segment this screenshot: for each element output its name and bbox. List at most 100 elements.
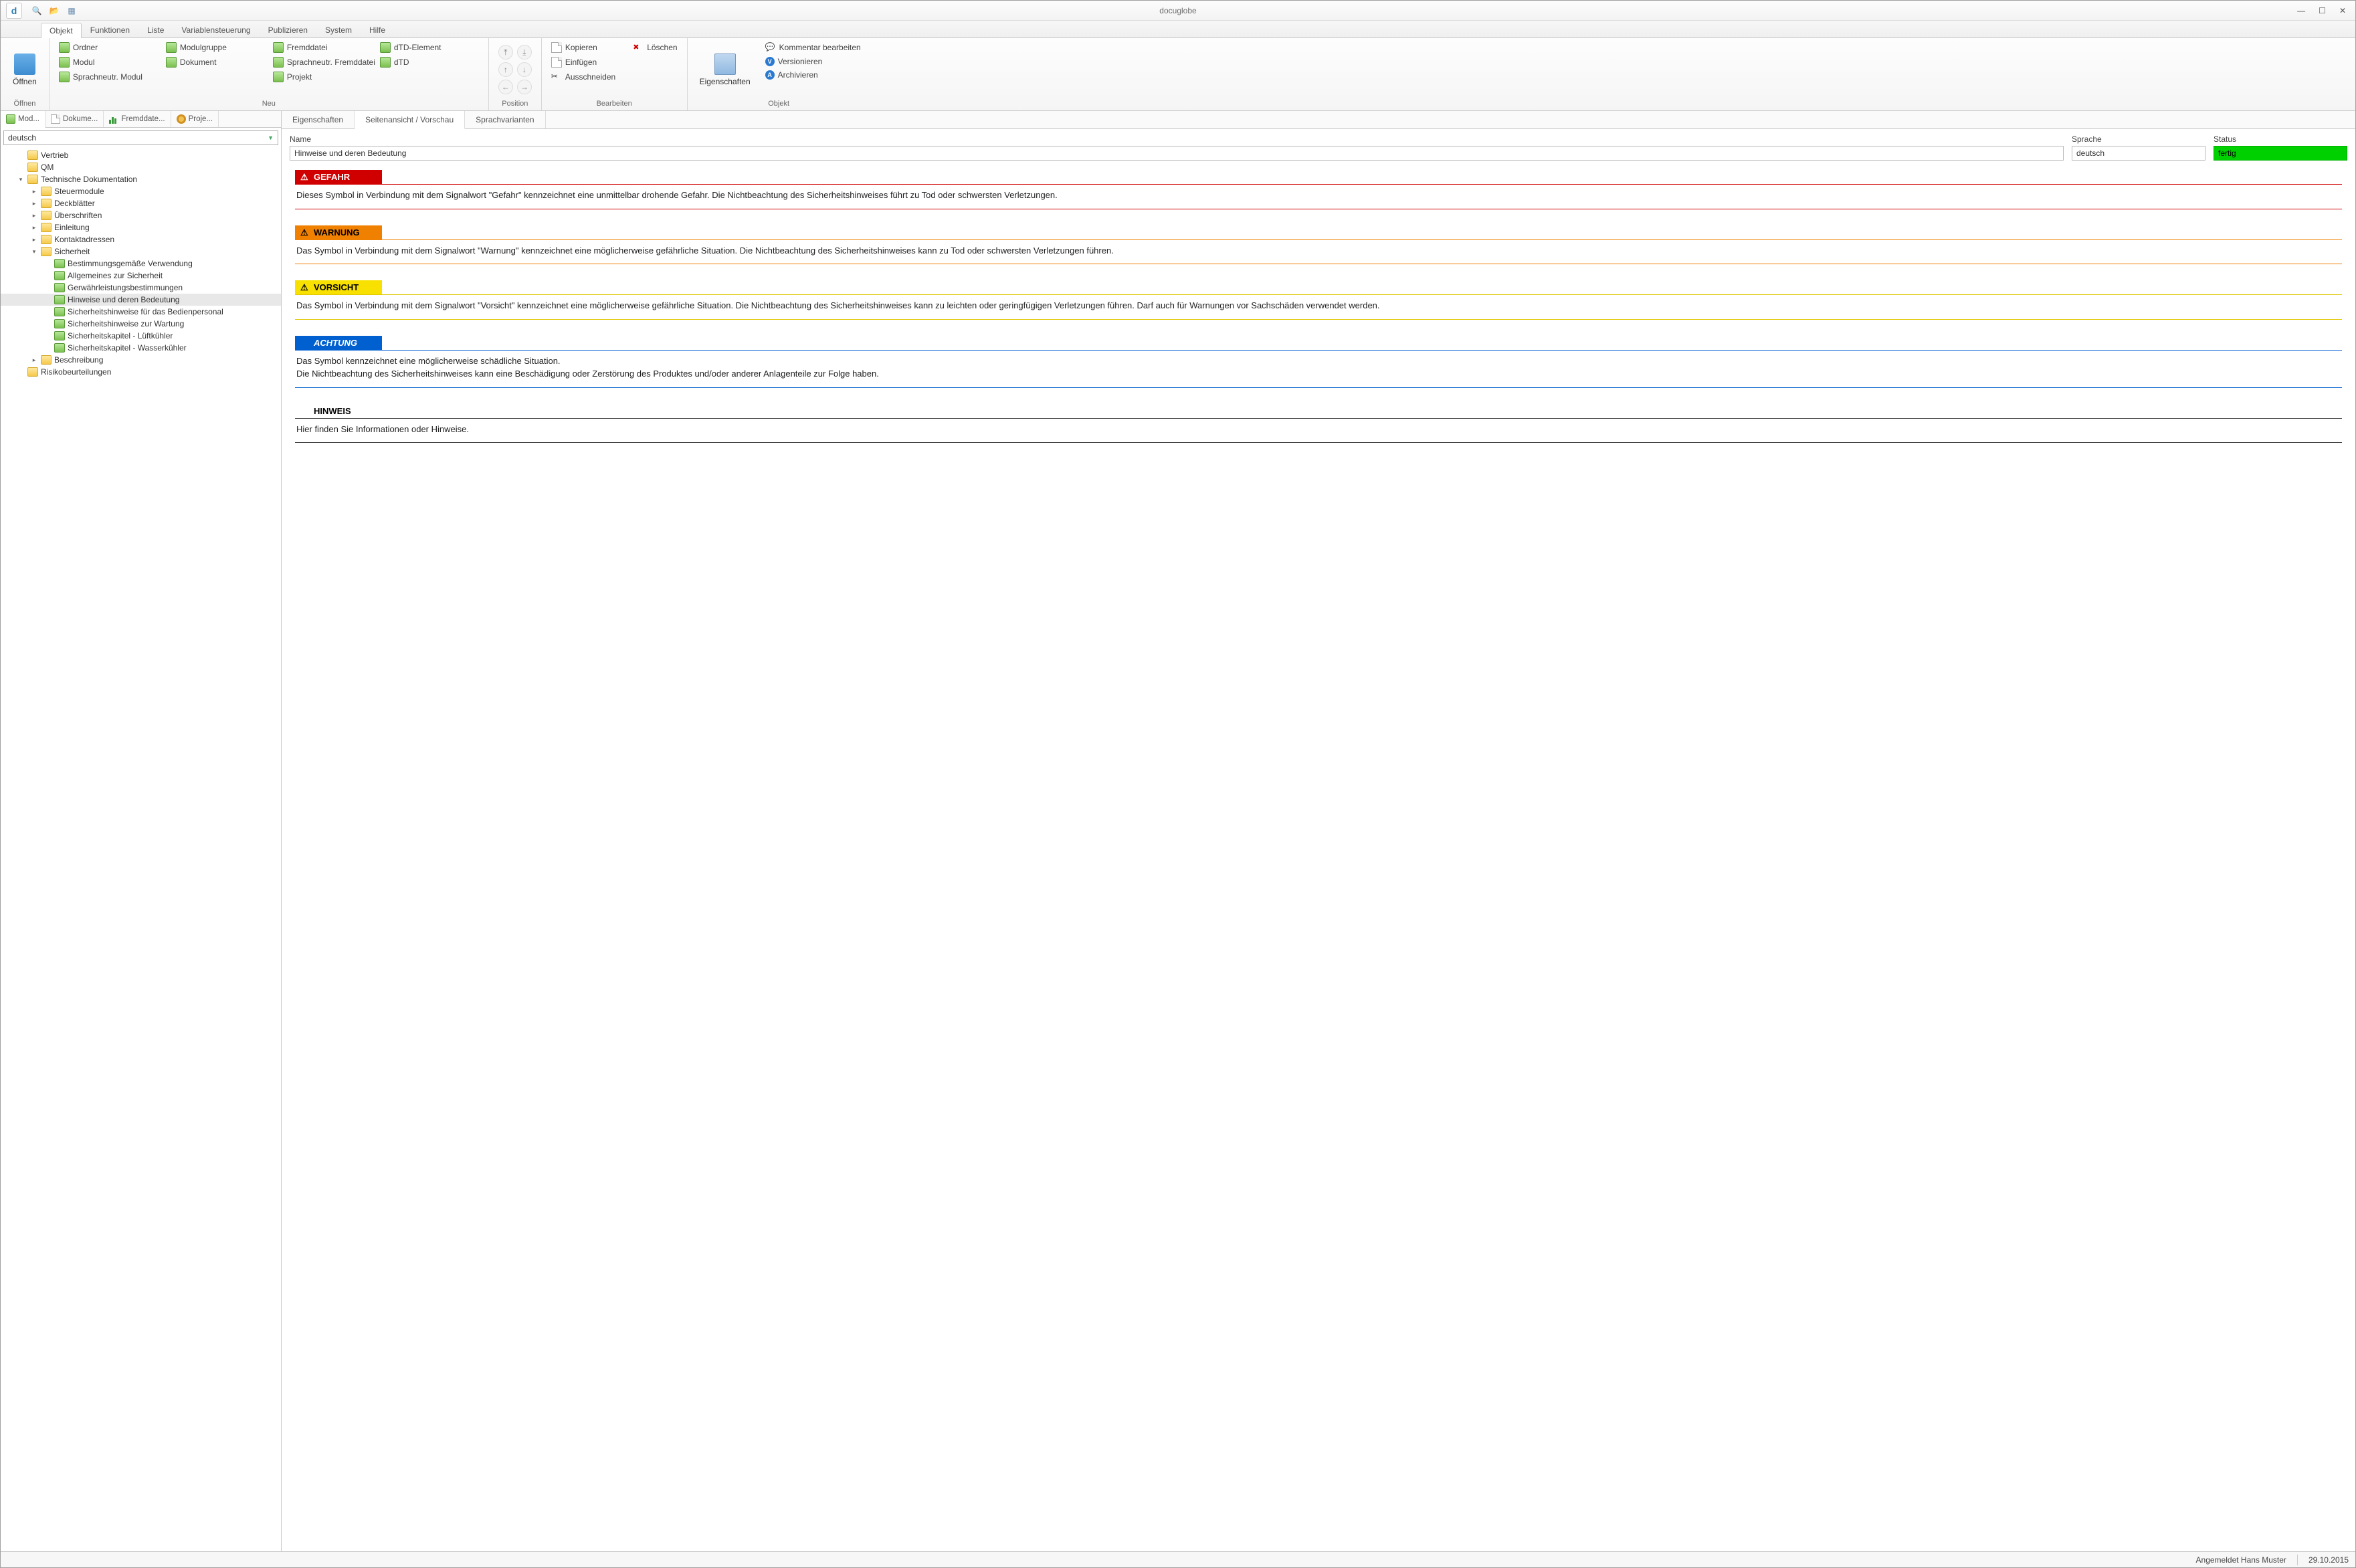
tree-node[interactable]: Sicherheitskapitel - Lüftkühler [1,330,281,342]
expand-arrow-icon[interactable]: ▸ [30,224,38,231]
meta-header: Name Hinweise und deren Bedeutung Sprach… [282,129,2355,161]
archive-button[interactable]: AArchivieren [761,69,865,81]
cube-icon [54,271,65,280]
expand-arrow-icon[interactable]: ▸ [30,188,38,195]
hazard-text: Dieses Symbol in Verbindung mit dem Sign… [295,185,2342,206]
move-down-button[interactable]: ↓ [517,62,532,77]
folder-icon [41,235,52,244]
expand-arrow-icon[interactable]: ▸ [30,357,38,364]
new-fremddatei-button[interactable]: Fremddatei [269,41,376,54]
menu-tab-liste[interactable]: Liste [138,22,173,37]
new-dtd-element-button[interactable]: dTD-Element [376,41,483,54]
tree-node[interactable]: ▾Technische Dokumentation [1,173,281,185]
new-dtd-button[interactable]: dTD [376,56,483,69]
expand-arrow-icon[interactable]: ▸ [30,236,38,243]
hazard-block: HINWEISHier finden Sie Informationen ode… [295,404,2342,444]
right-tab-0[interactable]: Eigenschaften [282,111,355,128]
copy-button[interactable]: Kopieren [547,41,619,54]
new-sprachneutr-fremddatei-button[interactable]: Sprachneutr. Fremddatei [269,56,376,69]
menu-tab-objekt[interactable]: Objekt [41,23,82,38]
preview-area[interactable]: ⚠GEFAHRDieses Symbol in Verbindung mit d… [282,161,2355,1551]
tree-node[interactable]: ▸Deckblätter [1,197,281,209]
name-field[interactable]: Hinweise und deren Bedeutung [290,146,2064,161]
tree-node[interactable]: Allgemeines zur Sicherheit [1,270,281,282]
right-tab-2[interactable]: Sprachvarianten [465,111,545,128]
tree-node-label: Sicherheit [54,247,90,256]
edit-comment-button[interactable]: 💬Kommentar bearbeiten [761,41,865,54]
maximize-button[interactable]: ☐ [2316,5,2329,17]
move-down-bottom-button[interactable]: ⤓ [517,45,532,60]
new-ordner-button[interactable]: Ordner [55,41,162,54]
tree-node[interactable]: Sicherheitskapitel - Wasserkühler [1,342,281,354]
tree-node-label: Überschriften [54,211,102,220]
cube-icon [54,295,65,304]
module-icon [380,42,391,53]
status-user: Angemeldet Hans Muster [2196,1555,2286,1565]
version-button[interactable]: VVersionieren [761,56,865,68]
module-icon [59,42,70,53]
paste-button[interactable]: Einfügen [547,56,619,69]
tree-node-label: Risikobeurteilungen [41,367,111,377]
left-tab-2[interactable]: Fremddate... [104,111,171,127]
tree-node[interactable]: Risikobeurteilungen [1,366,281,378]
folder-icon [41,211,52,220]
menu-tab-hilfe[interactable]: Hilfe [361,22,394,37]
right-tabs: EigenschaftenSeitenansicht / VorschauSpr… [282,111,2355,129]
menu-tab-variablensteuerung[interactable]: Variablensteuerung [173,22,259,37]
left-tab-0[interactable]: Mod... [1,111,45,128]
tree-node[interactable]: ▸Kontaktadressen [1,233,281,246]
new-modulgruppe-button[interactable]: Modulgruppe [162,41,269,54]
tree-node[interactable]: ▸ Überschriften [1,209,281,221]
new-dokument-button[interactable]: Dokument [162,56,269,69]
qat-open-icon[interactable]: 📂 [47,4,61,17]
move-up-top-button[interactable]: ⤒ [498,45,513,60]
hazard-tag: ACHTUNG [295,336,382,350]
move-right-button[interactable]: → [517,80,532,94]
expand-arrow-icon[interactable]: ▸ [30,212,38,219]
cube-icon [54,343,65,353]
tree-node[interactable]: Gerwährleistungsbestimmungen [1,282,281,294]
delete-button[interactable]: Löschen [629,41,681,54]
cut-button[interactable]: ✂Ausschneiden [547,70,619,84]
tree-node[interactable]: Sicherheitshinweise zur Wartung [1,318,281,330]
warning-triangle-icon: ⚠ [300,282,308,293]
quick-access-toolbar: 🔍 📂 ▦ [30,4,78,17]
qat-panel-icon[interactable]: ▦ [65,4,78,17]
new-projekt-button[interactable]: Projekt [269,70,376,84]
tree-node-label: Allgemeines zur Sicherheit [68,271,163,280]
qat-search-icon[interactable]: 🔍 [30,4,43,17]
right-tab-1[interactable]: Seitenansicht / Vorschau [355,111,465,129]
module-icon [273,72,284,82]
expand-arrow-icon[interactable]: ▾ [30,248,38,256]
close-button[interactable]: ✕ [2337,5,2349,17]
tree-node[interactable]: Vertrieb [1,149,281,161]
tree-node[interactable]: ▸Beschreibung [1,354,281,366]
menu-tab-system[interactable]: System [316,22,361,37]
tree-node[interactable]: ▸Steuermodule [1,185,281,197]
minimize-button[interactable]: — [2294,5,2308,17]
folder-icon [41,187,52,196]
left-tab-1[interactable]: Dokume... [45,111,104,127]
menu-tab-publizieren[interactable]: Publizieren [260,22,316,37]
expand-arrow-icon[interactable]: ▾ [17,176,25,183]
menu-tab-funktionen[interactable]: Funktionen [82,22,138,37]
tree-node[interactable]: ▾ Sicherheit [1,246,281,258]
expand-arrow-icon[interactable]: ▸ [30,200,38,207]
open-button[interactable]: Öffnen [6,41,43,98]
left-tab-icon [177,114,186,124]
tree-node[interactable]: ▸Einleitung [1,221,281,233]
new-sprachneutr-modul-button[interactable]: Sprachneutr. Modul [55,70,162,84]
properties-button[interactable]: Eigenschaften [693,41,757,98]
new-modul-button[interactable]: Modul [55,56,162,69]
tree-node[interactable]: Sicherheitshinweise für das Bedienperson… [1,306,281,318]
tree-node[interactable]: Hinweise und deren Bedeutung [1,294,281,306]
move-up-button[interactable]: ↑ [498,62,513,77]
tree-node[interactable]: QM [1,161,281,173]
hazard-block: ACHTUNGDas Symbol kennzeichnet eine mögl… [295,336,2342,388]
lang-field[interactable]: deutsch [2072,146,2205,161]
status-field[interactable]: fertig [2214,146,2347,161]
left-tab-3[interactable]: Proje... [171,111,219,127]
tree-node[interactable]: Bestimmungsgemäße Verwendung [1,258,281,270]
language-combo[interactable]: deutsch [3,130,278,145]
move-left-button[interactable]: ← [498,80,513,94]
